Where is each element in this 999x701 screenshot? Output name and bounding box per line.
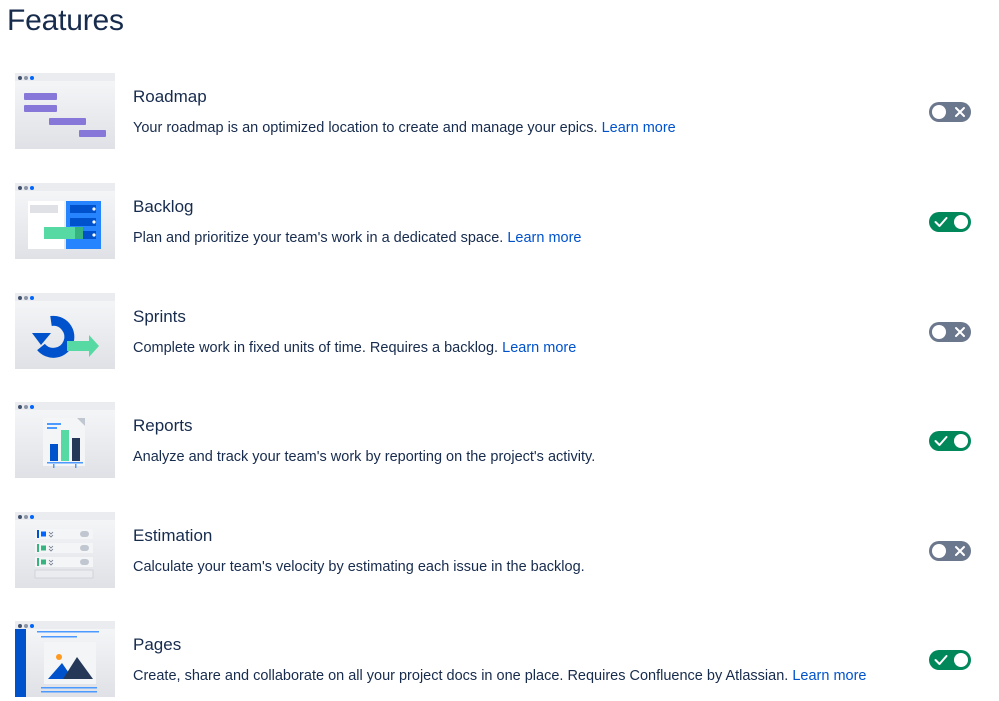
pages-toggle[interactable] <box>929 650 971 670</box>
feature-description: Calculate your team's velocity by estima… <box>133 559 585 575</box>
feature-row-estimation: Estimation Calculate your team's velocit… <box>0 512 999 592</box>
estimation-illustration-icon <box>15 512 115 588</box>
backlog-illustration-icon <box>15 183 115 259</box>
reports-illustration-icon <box>15 402 115 478</box>
learn-more-link[interactable]: Learn more <box>602 120 676 136</box>
toggle-knob <box>932 544 946 558</box>
toggle-knob <box>932 105 946 119</box>
feature-title: Reports <box>133 416 193 435</box>
backlog-toggle[interactable] <box>929 212 971 232</box>
close-icon <box>955 327 965 337</box>
roadmap-illustration-icon <box>15 73 115 149</box>
learn-more-link[interactable]: Learn more <box>502 340 576 356</box>
reports-toggle[interactable] <box>929 431 971 451</box>
sprints-toggle[interactable] <box>929 322 971 342</box>
feature-title: Backlog <box>133 197 194 216</box>
toggle-knob <box>954 653 968 667</box>
learn-more-link[interactable]: Learn more <box>507 230 581 246</box>
toggle-knob <box>932 325 946 339</box>
check-icon <box>934 217 948 227</box>
close-icon <box>955 546 965 556</box>
feature-row-backlog: Backlog Plan and prioritize your team's … <box>0 183 999 263</box>
check-icon <box>934 655 948 665</box>
feature-row-reports: Reports Analyze and track your team's wo… <box>0 402 999 482</box>
feature-description: Analyze and track your team's work by re… <box>133 449 596 465</box>
feature-title: Sprints <box>133 307 186 326</box>
feature-description: Complete work in fixed units of time. Re… <box>133 340 577 356</box>
toggle-knob <box>954 215 968 229</box>
toggle-knob <box>954 434 968 448</box>
roadmap-toggle[interactable] <box>929 102 971 122</box>
feature-row-pages: Pages Create, share and collaborate on a… <box>0 621 999 701</box>
feature-description: Create, share and collaborate on all you… <box>133 668 867 684</box>
close-icon <box>955 107 965 117</box>
feature-title: Estimation <box>133 526 213 545</box>
feature-row-sprints: Sprints Complete work in fixed units of … <box>0 293 999 373</box>
sprints-illustration-icon <box>15 293 115 369</box>
feature-description: Plan and prioritize your team's work in … <box>133 230 582 246</box>
pages-illustration-icon <box>15 621 115 697</box>
feature-title: Roadmap <box>133 87 207 106</box>
check-icon <box>934 436 948 446</box>
feature-description: Your roadmap is an optimized location to… <box>133 120 676 136</box>
page-title: Features <box>7 4 124 37</box>
learn-more-link[interactable]: Learn more <box>792 668 866 684</box>
feature-title: Pages <box>133 635 182 654</box>
feature-row-roadmap: Roadmap Your roadmap is an optimized loc… <box>0 73 999 153</box>
estimation-toggle[interactable] <box>929 541 971 561</box>
